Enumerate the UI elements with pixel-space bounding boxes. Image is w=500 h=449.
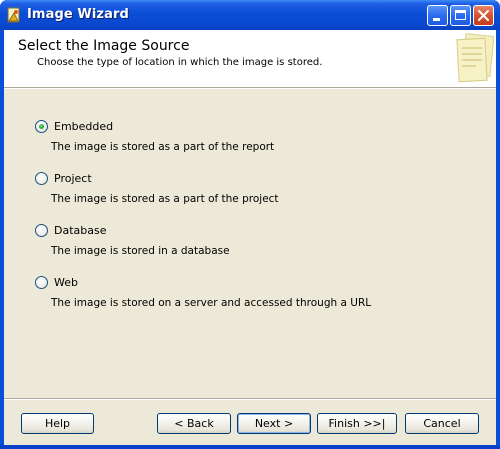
- header-divider: [4, 88, 496, 89]
- embedded-description: The image is stored as a part of the rep…: [51, 141, 275, 153]
- radio-selected-dot: [39, 124, 44, 129]
- wizard-header: Select the Image Source Choose the type …: [4, 30, 496, 88]
- web-radio[interactable]: [35, 276, 48, 289]
- close-icon: [478, 10, 489, 21]
- embedded-label[interactable]: Embedded: [54, 120, 113, 133]
- embedded-radio[interactable]: [35, 120, 48, 133]
- web-description: The image is stored on a server and acce…: [51, 297, 372, 309]
- help-button[interactable]: Help: [21, 413, 94, 434]
- footer-divider-highlight: [4, 399, 496, 400]
- close-button[interactable]: [473, 5, 494, 26]
- wizard-window: Image Wizard Select the Image Source Cho…: [0, 0, 500, 449]
- maximize-icon: [455, 10, 466, 20]
- image-wizard-icon: [6, 7, 23, 24]
- minimize-button[interactable]: [427, 5, 448, 26]
- database-label[interactable]: Database: [54, 224, 107, 237]
- page-title: Select the Image Source: [18, 38, 190, 54]
- database-description: The image is stored in a database: [51, 245, 230, 257]
- project-radio[interactable]: [35, 172, 48, 185]
- maximize-button[interactable]: [450, 5, 471, 26]
- minimize-icon: [433, 18, 440, 21]
- window-bottom-border: [0, 445, 500, 449]
- document-stack-icon: [448, 33, 495, 85]
- project-label[interactable]: Project: [54, 172, 92, 185]
- title-bar[interactable]: Image Wizard: [0, 0, 500, 30]
- dialog-body: [4, 30, 496, 445]
- database-radio[interactable]: [35, 224, 48, 237]
- web-label[interactable]: Web: [54, 276, 78, 289]
- cancel-button[interactable]: Cancel: [405, 413, 479, 434]
- back-button[interactable]: < Back: [157, 413, 231, 434]
- next-button[interactable]: Next >: [237, 413, 311, 434]
- project-description: The image is stored as a part of the pro…: [51, 193, 279, 205]
- page-subtitle: Choose the type of location in which the…: [37, 57, 323, 68]
- window-title: Image Wizard: [27, 7, 129, 22]
- finish-button[interactable]: Finish >>|: [317, 413, 397, 434]
